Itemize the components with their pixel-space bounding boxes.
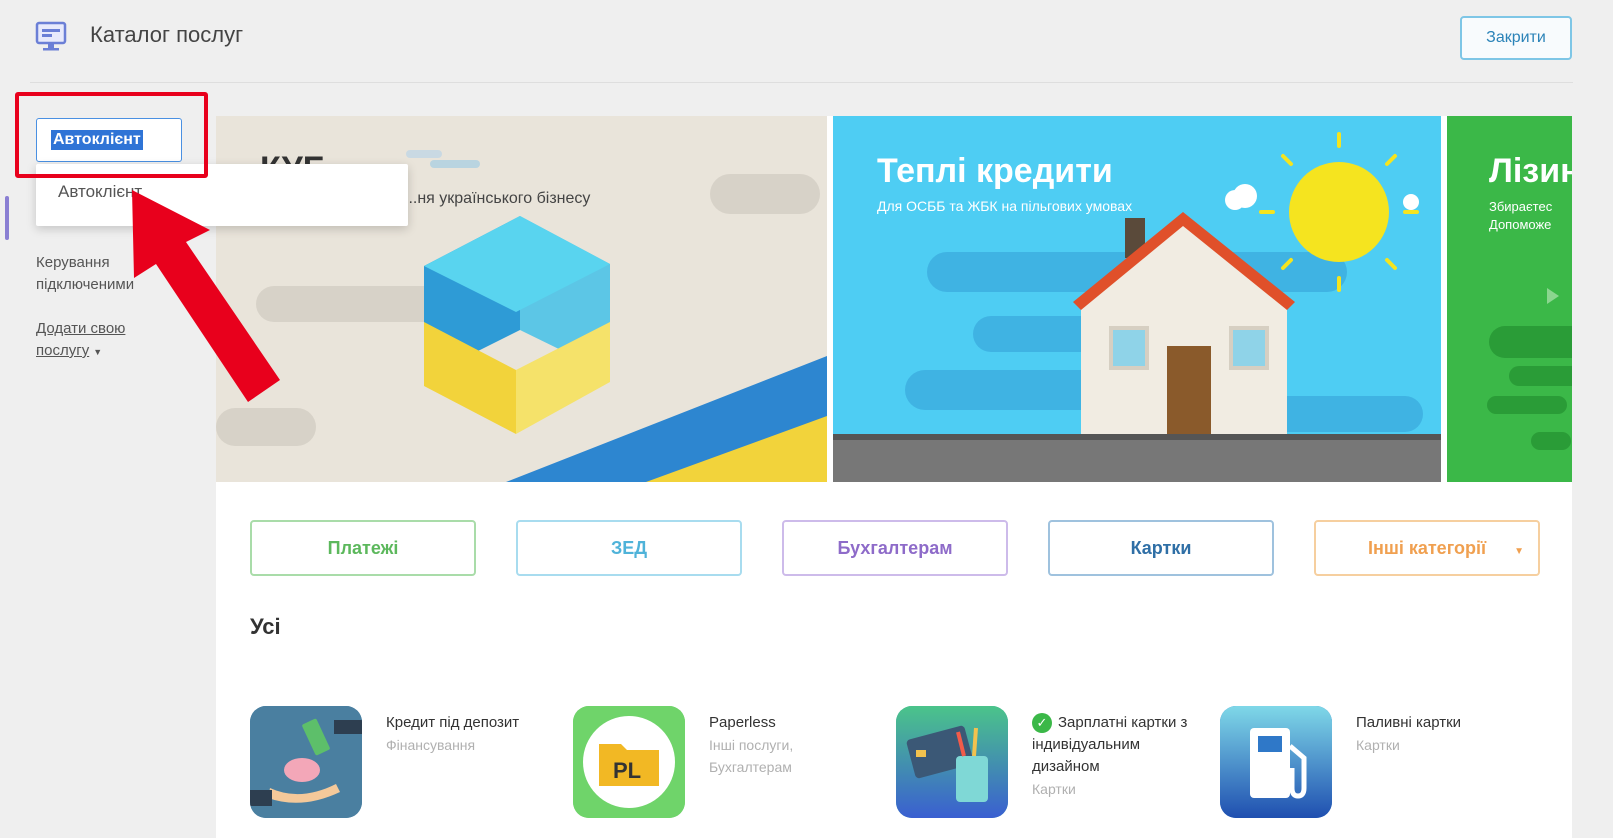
banner-warm-credits-subtitle: Для ОСББ та ЖБК на пільгових умовах — [877, 198, 1133, 214]
check-icon: ✓ — [1032, 713, 1052, 734]
card-icon — [896, 706, 1008, 818]
service-card-deposit-credit[interactable]: Кредит під депозит Фінансування — [250, 706, 550, 836]
service-title: Paperless — [709, 714, 776, 731]
service-title: Паливні картки — [1356, 714, 1462, 731]
service-name: ✓ Зарплатні картки з індивідуальним дизай… — [1032, 712, 1202, 800]
section-title: Усі — [250, 614, 281, 639]
service-name: Paperless Інші послуги, Бухгалтерам — [709, 712, 879, 778]
service-category: Картки — [1032, 781, 1076, 797]
monitor-icon — [35, 21, 67, 51]
banner-leasing-title: Лізин — [1489, 152, 1572, 190]
banner-leasing-subtitle-line1: Збираєтес — [1489, 199, 1553, 214]
header: Каталог послуг — [0, 0, 1613, 84]
fuel-pump-icon — [1220, 706, 1332, 818]
service-title: Кредит під депозит — [386, 714, 520, 731]
sidebar-active-indicator — [5, 196, 9, 240]
category-other-label: Інші категорії — [1367, 537, 1487, 558]
main-panel: КУБ ...ня українського бізнесу — [216, 116, 1572, 838]
banner-warm-credits-title: Теплі кредити — [877, 152, 1113, 190]
search-suggestion-item[interactable]: Автоклієнт — [58, 182, 142, 202]
folder-tile-text: PL — [613, 758, 641, 783]
banner-leasing-subtitle: Збираєтес Допоможе — [1489, 198, 1552, 234]
banner-kyb-subtitle: ...ня українського бізнесу — [404, 190, 591, 207]
header-divider — [30, 82, 1573, 83]
close-button[interactable]: Закрити — [1460, 16, 1572, 60]
sidebar-item-add-service[interactable]: Додати свою послугу ▼ — [36, 318, 156, 363]
banner-carousel: КУБ ...ня українського бізнесу — [216, 116, 1572, 482]
service-category: Картки — [1356, 737, 1400, 753]
service-name: Кредит під депозит Фінансування — [386, 712, 556, 756]
service-card-salary-cards[interactable]: ✓ Зарплатні картки з індивідуальним дизай… — [896, 706, 1196, 836]
add-service-label: Додати свою послугу — [36, 320, 126, 359]
category-cards-button[interactable]: Картки — [1048, 520, 1274, 576]
category-accountants-button[interactable]: Бухгалтерам — [782, 520, 1008, 576]
service-card-fuel-cards[interactable]: Паливні картки Картки — [1220, 706, 1520, 836]
service-name: Паливні картки Картки — [1356, 712, 1526, 756]
service-card-paperless[interactable]: PL Paperless Інші послуги, Бухгалтерам — [573, 706, 873, 836]
service-title: Зарплатні картки з індивідуальним дизайн… — [1032, 714, 1188, 775]
service-category: Інші послуги, Бухгалтерам — [709, 737, 794, 775]
service-category: Фінансування — [386, 737, 476, 753]
category-foreign-trade-button[interactable]: ЗЕД — [516, 520, 742, 576]
banner-leasing-subtitle-line2: Допоможе — [1489, 217, 1552, 232]
piggy-bank-icon — [250, 706, 362, 818]
chevron-down-icon: ▼ — [93, 347, 103, 357]
category-payments-button[interactable]: Платежі — [250, 520, 476, 576]
chevron-down-icon: ▼ — [1514, 546, 1524, 557]
highlight-annotation — [15, 92, 208, 178]
banner-warm-credits[interactable]: Теплі кредити Для ОСББ та ЖБК на пільгов… — [833, 116, 1441, 482]
banner-leasing[interactable]: Лізин Збираєтес Допоможе — [1447, 116, 1572, 482]
category-other-dropdown[interactable]: Інші категорії ▼ — [1314, 520, 1540, 576]
page-title: Каталог послуг — [90, 22, 244, 47]
folder-icon: PL — [573, 706, 685, 818]
sidebar-item-manage[interactable]: Керування підключеними — [36, 252, 176, 296]
